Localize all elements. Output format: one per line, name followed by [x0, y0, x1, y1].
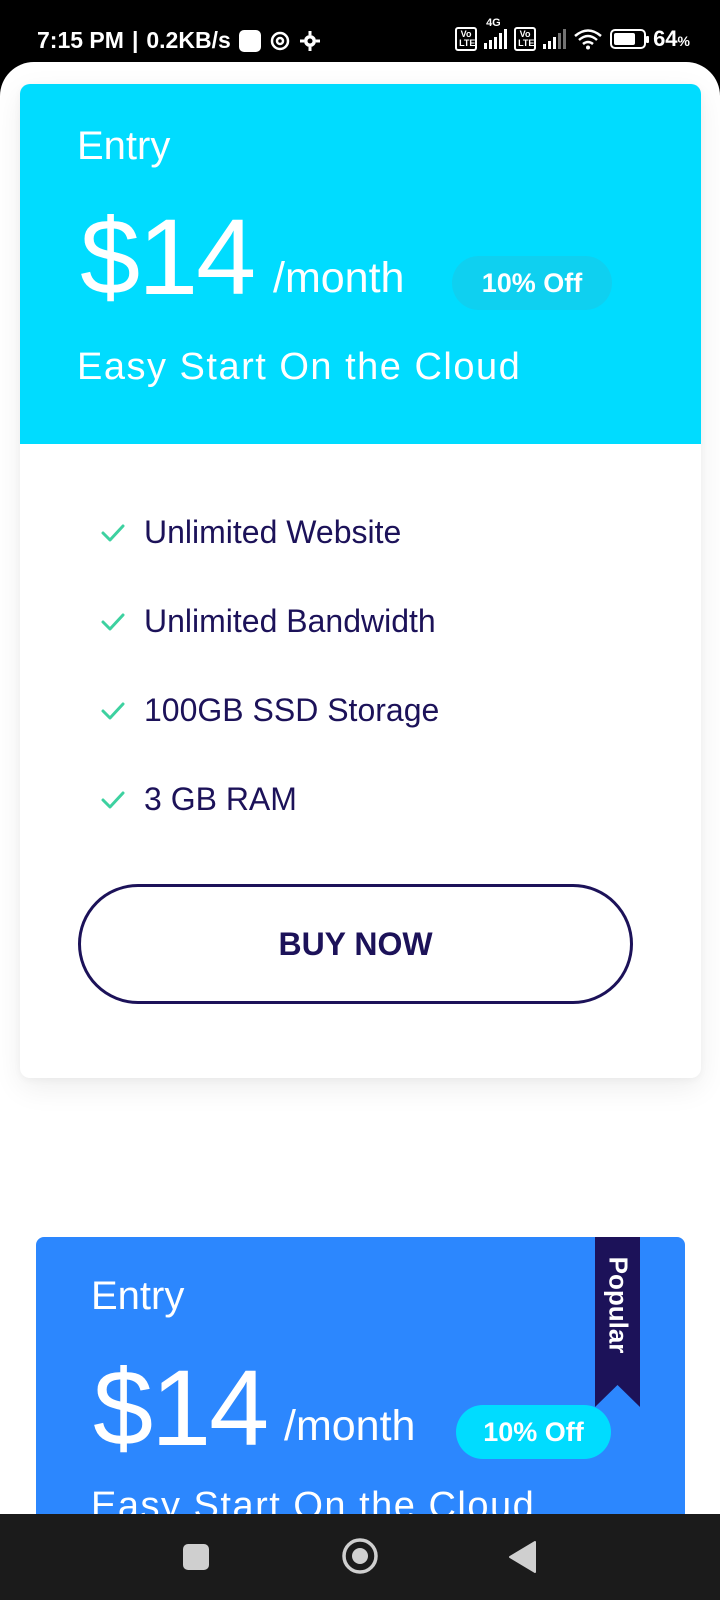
- plan-tagline: Easy Start On the Cloud: [91, 1485, 536, 1514]
- status-time: 7:15 PM: [37, 27, 124, 53]
- plan-name: Entry: [91, 1274, 185, 1318]
- volte-icon: Vo LTE: [455, 27, 478, 51]
- card-header: Entry $14 /month 10% Off Easy Start On t…: [20, 84, 701, 444]
- discount-badge: 10% Off: [456, 1405, 611, 1459]
- status-left: 7:15 PM | 0.2KB/s: [37, 27, 321, 54]
- pricing-card-entry: Entry $14 /month 10% Off Easy Start On t…: [20, 84, 701, 1078]
- feature-label: 100GB SSD Storage: [144, 692, 440, 728]
- battery-icon: [610, 29, 650, 49]
- settings-gear-icon: [299, 30, 321, 52]
- feature-item: 3 GB RAM: [100, 781, 297, 818]
- battery-level: 64%: [653, 26, 690, 51]
- signal-4g-icon: 4G: [484, 17, 508, 49]
- system-nav-bar: [0, 1514, 720, 1600]
- pricing-card-popular: Entry $14 /month 10% Off Easy Start On t…: [36, 1237, 685, 1514]
- status-right: Vo LTE 4G Vo LTE 64%: [455, 17, 690, 52]
- plan-tagline: Easy Start On the Cloud: [77, 346, 522, 388]
- check-icon: [101, 524, 125, 541]
- feature-label: Unlimited Bandwidth: [144, 603, 436, 639]
- popular-label: Popular: [603, 1256, 633, 1354]
- app-content: Entry $14 /month 10% Off Easy Start On t…: [0, 62, 720, 1514]
- signal-icon: [543, 29, 567, 49]
- check-icon: [101, 702, 125, 719]
- feature-item: 100GB SSD Storage: [100, 692, 439, 729]
- at-sign-icon: [269, 30, 291, 52]
- home-circle-icon[interactable]: [340, 1536, 380, 1581]
- volte-icon-2: Vo LTE: [514, 27, 537, 51]
- plan-period: /month: [273, 254, 405, 302]
- feature-item: Unlimited Bandwidth: [100, 603, 436, 640]
- discount-badge: 10% Off: [452, 256, 612, 310]
- popular-ribbon: Popular: [595, 1237, 640, 1407]
- feature-label: Unlimited Website: [144, 514, 402, 550]
- feature-item: Unlimited Website: [100, 514, 401, 551]
- plan-price: $14: [93, 1347, 269, 1468]
- app-notification-icon: [238, 29, 261, 52]
- check-icon: [101, 791, 125, 808]
- back-triangle-icon[interactable]: [507, 1540, 537, 1579]
- plan-price: $14: [80, 196, 256, 317]
- plan-name: Entry: [77, 124, 171, 168]
- data-speed: 0.2KB/s: [146, 27, 231, 53]
- wifi-icon: [573, 28, 603, 50]
- check-icon: [101, 613, 125, 630]
- feature-label: 3 GB RAM: [144, 781, 297, 817]
- plan-period: /month: [284, 1402, 416, 1450]
- buy-now-button[interactable]: BUY NOW: [78, 884, 633, 1004]
- recents-square-icon[interactable]: [182, 1543, 210, 1576]
